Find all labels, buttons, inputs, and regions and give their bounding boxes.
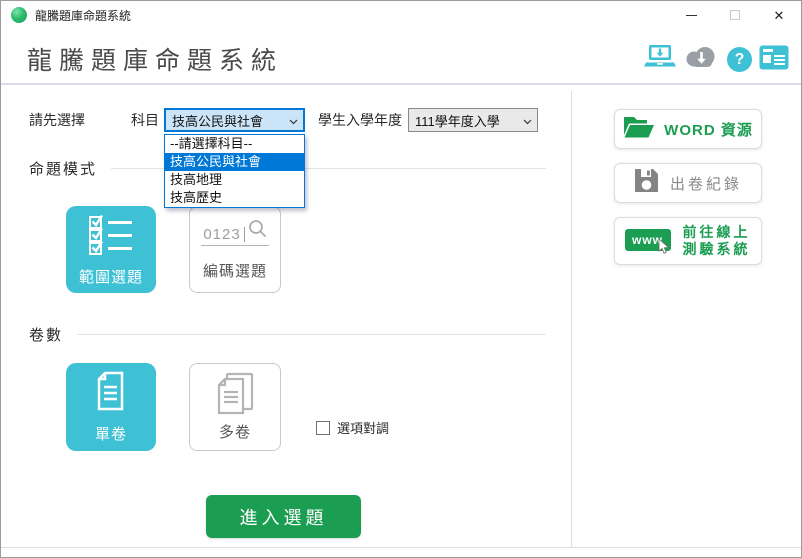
swap-option-group: 選項對調 xyxy=(316,418,389,437)
maximize-icon xyxy=(730,10,740,20)
app-window: 龍騰題庫命題系統 ✕ 龍騰題庫命題系統 xyxy=(0,0,802,558)
documents-icon xyxy=(212,372,258,421)
window-controls: ✕ xyxy=(669,1,801,29)
section-divider xyxy=(77,334,546,335)
chevron-down-icon xyxy=(523,113,532,128)
search-icon xyxy=(248,219,267,243)
online-test-label: 前往線上 測驗系統 xyxy=(683,224,751,259)
dropdown-option[interactable]: 技高地理 xyxy=(165,171,304,189)
text-caret xyxy=(244,227,245,242)
chevron-down-icon xyxy=(289,113,298,128)
maximize-button[interactable] xyxy=(713,1,757,29)
count-section-header: 卷數 xyxy=(29,324,546,345)
titlebar-title: 龍騰題庫命題系統 xyxy=(35,7,131,24)
subject-select-value: 技高公民與社會 xyxy=(172,111,263,130)
app-logo-icon xyxy=(11,7,27,23)
exam-record-label: 出卷紀錄 xyxy=(670,173,742,194)
word-resources-label: WORD 資源 xyxy=(664,119,753,140)
cloud-download-icon[interactable] xyxy=(683,44,720,75)
swap-checkbox[interactable] xyxy=(316,421,330,435)
year-select-value: 111學年度入學 xyxy=(415,111,500,130)
page-title: 龍騰題庫命題系統 xyxy=(27,41,283,77)
checklist-icon xyxy=(88,213,134,260)
sidebar: WORD 資源 出卷紀錄 www xyxy=(572,84,802,547)
document-icon xyxy=(91,370,131,417)
range-select-button[interactable]: 範圍選題 xyxy=(66,206,156,293)
year-select[interactable]: 111學年度入學 xyxy=(408,108,538,132)
online-test-label-line1: 前往線上 xyxy=(683,224,751,242)
folder-icon xyxy=(622,114,654,145)
bottom-divider xyxy=(1,547,801,548)
header: 龍騰題庫命題系統 xyxy=(1,29,801,83)
close-icon: ✕ xyxy=(774,9,785,22)
help-icon[interactable]: ? xyxy=(727,47,752,72)
subject-label: 科目 xyxy=(131,110,159,130)
main-panel: 請先選擇 科目 技高公民與社會 --請選擇科目-- 技高公民與社會 技高地理 技… xyxy=(1,84,571,547)
code-input-value: 0123 xyxy=(203,226,240,243)
exam-record-button[interactable]: 出卷紀錄 xyxy=(614,163,762,203)
count-section-title: 卷數 xyxy=(29,324,63,345)
single-paper-button[interactable]: 單卷 xyxy=(66,363,156,451)
dropdown-option[interactable]: 技高歷史 xyxy=(165,189,304,207)
selection-row: 請先選擇 科目 技高公民與社會 --請選擇科目-- 技高公民與社會 技高地理 技… xyxy=(29,108,538,132)
swap-checkbox-label: 選項對調 xyxy=(337,418,389,437)
dropdown-option-selected[interactable]: 技高公民與社會 xyxy=(165,153,304,171)
year-label: 學生入學年度 xyxy=(318,110,402,130)
range-select-label: 範圍選題 xyxy=(79,266,143,287)
close-button[interactable]: ✕ xyxy=(757,1,801,29)
multi-paper-button[interactable]: 多卷 xyxy=(189,363,281,451)
mode-section-title: 命題模式 xyxy=(29,158,97,179)
count-options: 單卷 多卷 xyxy=(66,363,389,451)
code-select-label: 編碼選題 xyxy=(203,260,267,281)
word-resources-button[interactable]: WORD 資源 xyxy=(614,109,762,149)
titlebar: 龍騰題庫命題系統 ✕ xyxy=(1,1,801,29)
single-paper-label: 單卷 xyxy=(95,423,127,444)
enter-selection-button[interactable]: 進入選題 xyxy=(206,495,361,538)
code-search-input[interactable]: 0123 xyxy=(201,219,268,246)
minimize-button[interactable] xyxy=(669,1,713,29)
online-test-button[interactable]: www 前往線上 測驗系統 xyxy=(614,217,762,265)
laptop-download-icon[interactable] xyxy=(644,44,676,75)
subject-dropdown: --請選擇科目-- 技高公民與社會 技高地理 技高歷史 xyxy=(164,134,305,208)
www-icon: www xyxy=(625,229,673,253)
header-icons: ? xyxy=(644,44,789,75)
cursor-arrow-icon xyxy=(658,239,671,259)
code-select-card[interactable]: 0123 編碼選題 xyxy=(189,206,281,293)
news-icon[interactable] xyxy=(759,45,789,75)
dropdown-option[interactable]: --請選擇科目-- xyxy=(165,135,304,153)
mode-options: 範圍選題 0123 編碼選題 xyxy=(66,206,281,293)
prompt-label: 請先選擇 xyxy=(29,110,85,130)
online-test-label-line2: 測驗系統 xyxy=(683,241,751,259)
subject-select[interactable]: 技高公民與社會 --請選擇科目-- 技高公民與社會 技高地理 技高歷史 xyxy=(164,108,305,132)
multi-paper-label: 多卷 xyxy=(219,421,251,442)
save-disk-icon xyxy=(633,167,660,199)
minimize-icon xyxy=(686,15,697,16)
